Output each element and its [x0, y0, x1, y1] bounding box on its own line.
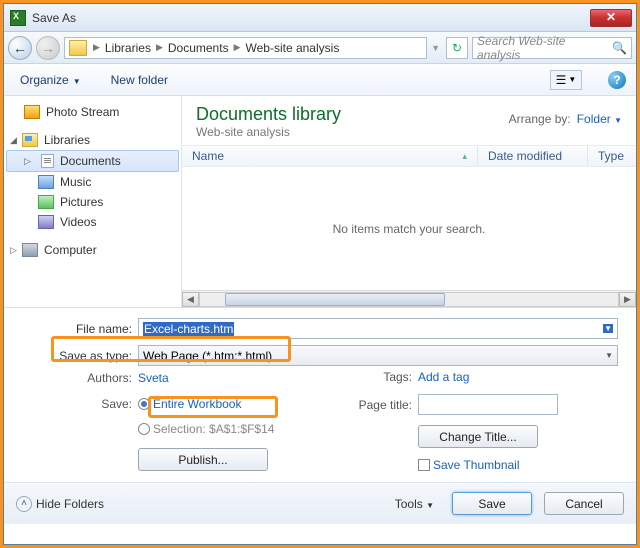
navbar: ← → ▶ Libraries ▶ Documents ▶ Web-site a…	[4, 32, 636, 64]
sidebar-item-photostream[interactable]: Photo Stream	[4, 102, 181, 122]
help-button[interactable]: ?	[608, 71, 626, 89]
authors-label: Authors:	[18, 371, 138, 385]
column-name[interactable]: Name▴	[182, 146, 478, 166]
pictures-icon	[38, 195, 54, 209]
save-scope-label: Save:	[18, 397, 138, 411]
save-button[interactable]: Save	[452, 492, 532, 515]
search-icon: 🔍	[612, 41, 627, 55]
save-thumbnail-checkbox[interactable]: Save Thumbnail	[418, 458, 578, 472]
expand-icon[interactable]: ▷	[10, 245, 17, 256]
dialog-footer: ˄Hide Folders Tools ▼ Save Cancel	[4, 482, 636, 524]
libraries-icon	[22, 133, 38, 147]
tags-label: Tags:	[338, 370, 418, 384]
folder-icon	[69, 40, 87, 56]
column-type[interactable]: Type	[588, 146, 636, 166]
file-pane: Documents library Web-site analysis Arra…	[182, 96, 636, 307]
titlebar: Save As ✕	[4, 4, 636, 32]
expand-icon[interactable]: ▷	[24, 156, 31, 167]
music-icon	[38, 175, 54, 189]
breadcrumb-item[interactable]: Web-site analysis	[243, 41, 343, 55]
nav-forward-button[interactable]: →	[36, 36, 60, 60]
library-subtitle: Web-site analysis	[196, 125, 341, 139]
library-title: Documents library	[196, 104, 341, 125]
radio-off-icon	[138, 423, 150, 435]
breadcrumb-item[interactable]: Libraries	[102, 41, 154, 55]
change-title-button[interactable]: Change Title...	[418, 425, 538, 448]
breadcrumb-sep: ▶	[154, 42, 165, 53]
pagetitle-input[interactable]	[418, 394, 558, 415]
document-icon	[41, 154, 54, 168]
chevron-up-icon: ˄	[16, 496, 32, 512]
annotation-highlight	[51, 336, 291, 362]
horizontal-scrollbar[interactable]: ◀ ▶	[182, 290, 636, 307]
app-icon	[10, 10, 26, 26]
cancel-button[interactable]: Cancel	[544, 492, 624, 515]
arrange-by-label: Arrange by:	[509, 112, 571, 126]
sidebar-item-libraries[interactable]: ◢Libraries	[4, 130, 181, 150]
pagetitle-label: Page title:	[338, 398, 418, 412]
filename-label: File name:	[18, 322, 138, 336]
chevron-down-icon[interactable]: ▼	[603, 324, 613, 333]
save-as-dialog: Save As ✕ ← → ▶ Libraries ▶ Documents ▶ …	[3, 3, 637, 545]
breadcrumb-sep: ▶	[232, 42, 243, 53]
search-input[interactable]: Search Web-site analysis 🔍	[472, 37, 632, 59]
scroll-left-button[interactable]: ◀	[182, 292, 199, 307]
checkbox-icon	[418, 459, 430, 471]
sidebar-item-music[interactable]: Music	[4, 172, 181, 192]
computer-icon	[22, 243, 38, 257]
column-date[interactable]: Date modified	[478, 146, 588, 166]
view-options-button[interactable]: ☰ ▼	[550, 70, 582, 90]
authors-value[interactable]: Sveta	[138, 371, 298, 385]
close-button[interactable]: ✕	[590, 9, 632, 27]
breadcrumb-item[interactable]: Documents	[165, 41, 232, 55]
publish-button[interactable]: Publish...	[138, 448, 268, 471]
videos-icon	[38, 215, 54, 229]
breadcrumb-bar[interactable]: ▶ Libraries ▶ Documents ▶ Web-site analy…	[64, 37, 427, 59]
arrange-by-dropdown[interactable]: Folder ▼	[577, 112, 622, 126]
toolbar: Organize▼ New folder ☰ ▼ ?	[4, 64, 636, 96]
annotation-highlight	[148, 396, 278, 418]
hide-folders-button[interactable]: ˄Hide Folders	[16, 496, 104, 512]
tools-dropdown[interactable]: Tools ▼	[395, 497, 440, 511]
column-headers: Name▴ Date modified Type	[182, 145, 636, 167]
sort-indicator-icon: ▴	[462, 151, 467, 162]
search-placeholder: Search Web-site analysis	[477, 34, 612, 62]
organize-button[interactable]: Organize▼	[14, 70, 87, 90]
sidebar-item-computer[interactable]: ▷Computer	[4, 240, 181, 260]
sidebar-item-pictures[interactable]: Pictures	[4, 192, 181, 212]
sidebar-item-documents[interactable]: ▷Documents	[6, 150, 179, 172]
refresh-button[interactable]: ↻	[446, 37, 468, 59]
expand-icon[interactable]: ◢	[10, 135, 17, 146]
chevron-down-icon[interactable]: ▼	[605, 351, 613, 360]
scroll-right-button[interactable]: ▶	[619, 292, 636, 307]
file-list: No items match your search.	[182, 167, 636, 290]
nav-back-button[interactable]: ←	[8, 36, 32, 60]
sidebar: Photo Stream ◢Libraries ▷Documents Music…	[4, 96, 182, 307]
photo-icon	[24, 105, 40, 119]
tags-value[interactable]: Add a tag	[418, 370, 578, 384]
empty-message: No items match your search.	[333, 222, 486, 236]
new-folder-button[interactable]: New folder	[105, 70, 174, 90]
window-title: Save As	[32, 11, 590, 25]
scroll-thumb[interactable]	[225, 293, 445, 306]
sidebar-item-videos[interactable]: Videos	[4, 212, 181, 232]
radio-selection[interactable]: Selection: $A$1:$F$14	[138, 422, 298, 436]
breadcrumb-sep: ▶	[91, 42, 102, 53]
